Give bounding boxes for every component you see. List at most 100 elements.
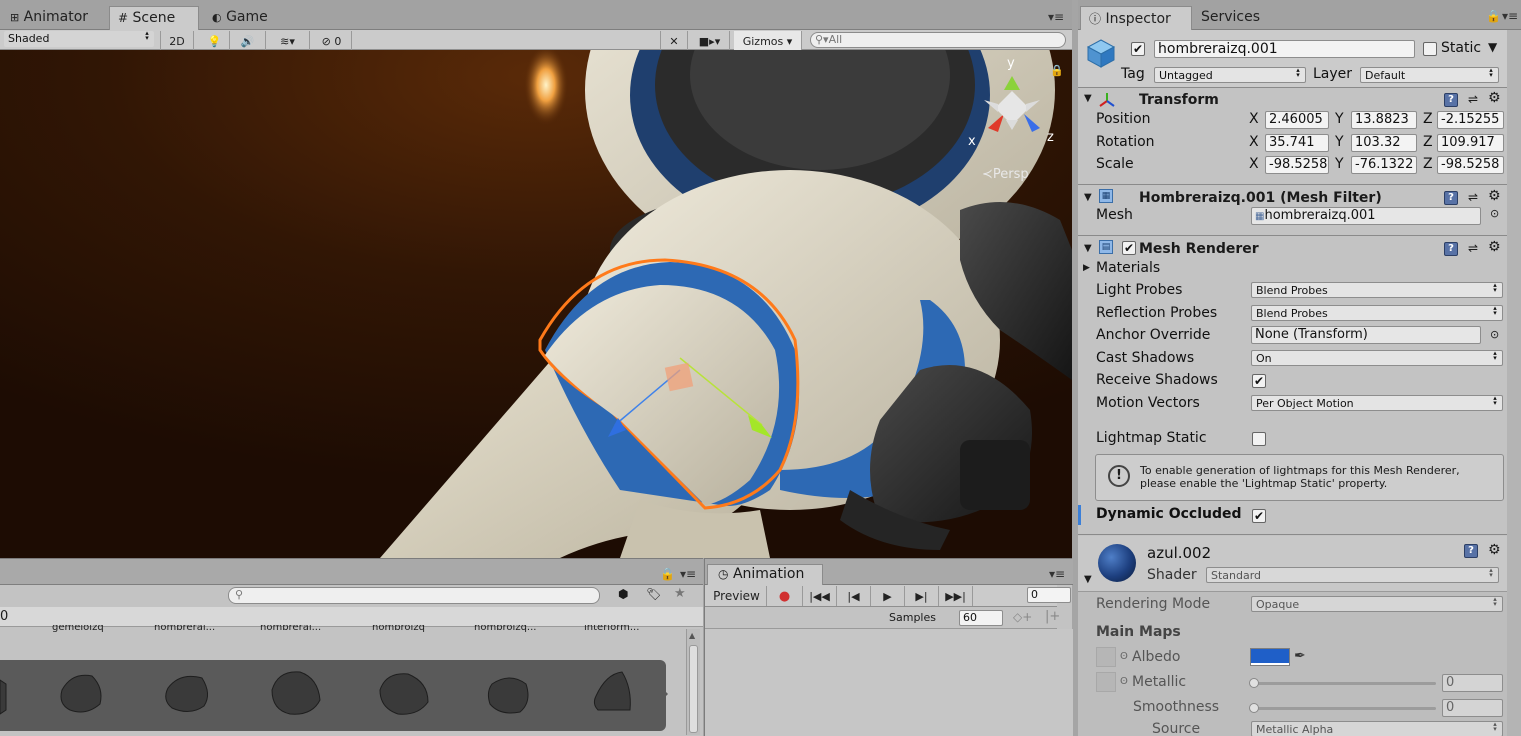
time-field[interactable]: 0 [1027, 587, 1071, 603]
position-z-field[interactable]: -2.15255 [1437, 111, 1504, 129]
star-icon[interactable]: ★ [674, 586, 686, 601]
rendering-mode-dropdown[interactable]: Opaque [1251, 596, 1503, 612]
panel-menu-icon[interactable]: ▾≡ [1502, 9, 1518, 23]
metallic-value-field[interactable]: 0 [1442, 674, 1503, 692]
preset-icon[interactable]: ⇌ [1468, 190, 1478, 204]
gear-icon[interactable]: ⚙ [1488, 239, 1501, 255]
smoothness-slider[interactable] [1249, 703, 1436, 713]
mesh-renderer-enabled-checkbox[interactable] [1122, 241, 1136, 255]
asset-label[interactable]: interiorm... [584, 625, 639, 633]
rotation-y-field[interactable]: 103.32 [1351, 134, 1417, 152]
receive-shadows-checkbox[interactable] [1252, 374, 1266, 388]
tab-services[interactable]: Services [1193, 6, 1268, 30]
panel-menu-icon[interactable]: ▾≡ [680, 567, 696, 581]
position-y-field[interactable]: 13.8823 [1351, 111, 1417, 129]
slider-thumb[interactable] [1249, 678, 1259, 688]
effects-dropdown[interactable]: ≋▾ [266, 31, 310, 51]
mode-2d-button[interactable]: 2D [160, 31, 194, 51]
hidden-objects-toggle[interactable]: ⊘ 0 [312, 31, 352, 51]
eyedropper-icon[interactable]: ✒ [1294, 648, 1306, 664]
help-icon[interactable]: ? [1444, 242, 1458, 256]
albedo-texture-slot[interactable] [1096, 647, 1116, 667]
scale-z-field[interactable]: -98.5258 [1437, 156, 1504, 174]
cast-shadows-dropdown[interactable]: On [1251, 350, 1503, 366]
next-key-button[interactable]: ▶| [905, 586, 939, 606]
samples-field[interactable]: 60 [959, 610, 1003, 626]
prev-key-button[interactable]: |◀ [837, 586, 871, 606]
last-key-button[interactable]: ▶▶| [939, 586, 973, 606]
lock-icon[interactable]: 🔒 [1486, 9, 1501, 23]
foldout-arrow-icon[interactable]: ▼ [1084, 243, 1092, 254]
add-keyframe-icon[interactable]: ◇+ [1013, 610, 1032, 624]
gear-icon[interactable]: ⚙ [1488, 90, 1501, 106]
first-key-button[interactable]: |◀◀ [803, 586, 837, 606]
anchor-override-field[interactable]: None (Transform) [1251, 326, 1481, 344]
static-checkbox[interactable] [1423, 42, 1437, 56]
foldout-arrow-icon[interactable]: ▼ [1084, 192, 1092, 203]
metallic-texture-slot[interactable] [1096, 672, 1116, 692]
mesh-object-field[interactable]: ▦hombreraizq.001 [1251, 207, 1481, 225]
lock-icon[interactable]: 🔒 [1050, 64, 1064, 77]
scene-viewport[interactable]: y x z 🔒 ≺Persp [0, 50, 1072, 558]
preview-button[interactable]: Preview [707, 586, 767, 606]
foldout-arrow-icon[interactable]: ▼ [1084, 93, 1092, 104]
scroll-up-icon[interactable]: ▲ [689, 631, 695, 640]
preset-icon[interactable]: ⇌ [1468, 92, 1478, 106]
panel-menu-icon[interactable]: ▾≡ [1049, 567, 1065, 581]
shader-dropdown[interactable]: Standard [1206, 567, 1499, 583]
light-probes-dropdown[interactable]: Blend Probes [1251, 282, 1503, 298]
vertical-scrollbar[interactable]: ▲ [686, 629, 700, 735]
motion-vectors-dropdown[interactable]: Per Object Motion [1251, 395, 1503, 411]
rotation-x-field[interactable]: 35.741 [1265, 134, 1329, 152]
asset-label[interactable]: hombrerai... [260, 625, 321, 633]
inspector-scrollbar[interactable] [1507, 30, 1521, 736]
tab-scene[interactable]: # Scene [109, 6, 199, 30]
albedo-color-swatch[interactable] [1250, 648, 1290, 666]
gear-icon[interactable]: ⚙ [1488, 542, 1501, 558]
tab-animator[interactable]: ⊞ Animator [2, 6, 96, 30]
tag-dropdown[interactable]: Untagged [1154, 67, 1306, 83]
rotation-z-field[interactable]: 109.917 [1437, 134, 1504, 152]
shading-mode-dropdown[interactable]: Shaded [4, 31, 154, 47]
help-icon[interactable]: ? [1444, 93, 1458, 107]
foldout-arrow-icon[interactable]: ▼ [1084, 574, 1092, 585]
asset-label[interactable]: hombrerai... [154, 625, 215, 633]
preset-icon[interactable]: ⇌ [1468, 241, 1478, 255]
scene-search-input[interactable]: ⚲▾All [810, 32, 1066, 48]
layer-dropdown[interactable]: Default [1360, 67, 1499, 83]
animation-timeline[interactable] [705, 629, 1073, 736]
project-search-input[interactable]: ⚲ [228, 587, 600, 604]
help-icon[interactable]: ? [1444, 191, 1458, 205]
audio-toggle[interactable]: 🔊 [230, 31, 266, 51]
chevron-down-icon[interactable]: ▼ [1488, 40, 1497, 54]
tab-game[interactable]: ◐ Game [204, 6, 276, 30]
dynamic-occluded-checkbox[interactable] [1252, 509, 1266, 523]
slider-thumb[interactable] [1249, 703, 1259, 713]
active-checkbox[interactable] [1131, 42, 1145, 56]
panel-menu-icon[interactable]: ▾≡ [1048, 10, 1064, 24]
object-picker-icon[interactable]: ⊙ [1490, 328, 1499, 341]
gear-icon[interactable]: ⚙ [1488, 188, 1501, 204]
help-icon[interactable]: ? [1464, 544, 1478, 558]
asset-label[interactable]: hombroizq... [474, 625, 536, 633]
object-name-field[interactable]: hombreraizq.001 [1154, 40, 1415, 58]
camera-dropdown[interactable]: ■▸▾ [690, 31, 730, 51]
tag-icon[interactable]: 🏷 [646, 587, 661, 601]
foldout-arrow-icon[interactable]: ▶ [1083, 263, 1090, 273]
smoothness-value-field[interactable]: 0 [1442, 699, 1503, 717]
tab-inspector[interactable]: ⓘ Inspector [1080, 6, 1192, 30]
breadcrumb-item[interactable]: 0 [0, 609, 8, 624]
source-dropdown[interactable]: Metallic Alpha [1251, 721, 1503, 736]
reflection-probes-dropdown[interactable]: Blend Probes [1251, 305, 1503, 321]
scrollbar-thumb[interactable] [689, 645, 698, 733]
asset-label[interactable]: hombroizq [372, 625, 425, 633]
record-button[interactable]: ● [767, 586, 803, 606]
orientation-gizmo[interactable]: y x z [968, 54, 1058, 164]
lightmap-static-checkbox[interactable] [1252, 432, 1266, 446]
asset-label[interactable]: gemeloizq [52, 625, 104, 633]
filter-type-icon[interactable]: ⬢ [618, 587, 628, 601]
projection-label[interactable]: ≺Persp [982, 167, 1029, 182]
materials-label[interactable]: Materials [1096, 260, 1160, 276]
scale-y-field[interactable]: -76.1322 [1351, 156, 1417, 174]
lighting-toggle[interactable]: 💡 [200, 31, 230, 51]
